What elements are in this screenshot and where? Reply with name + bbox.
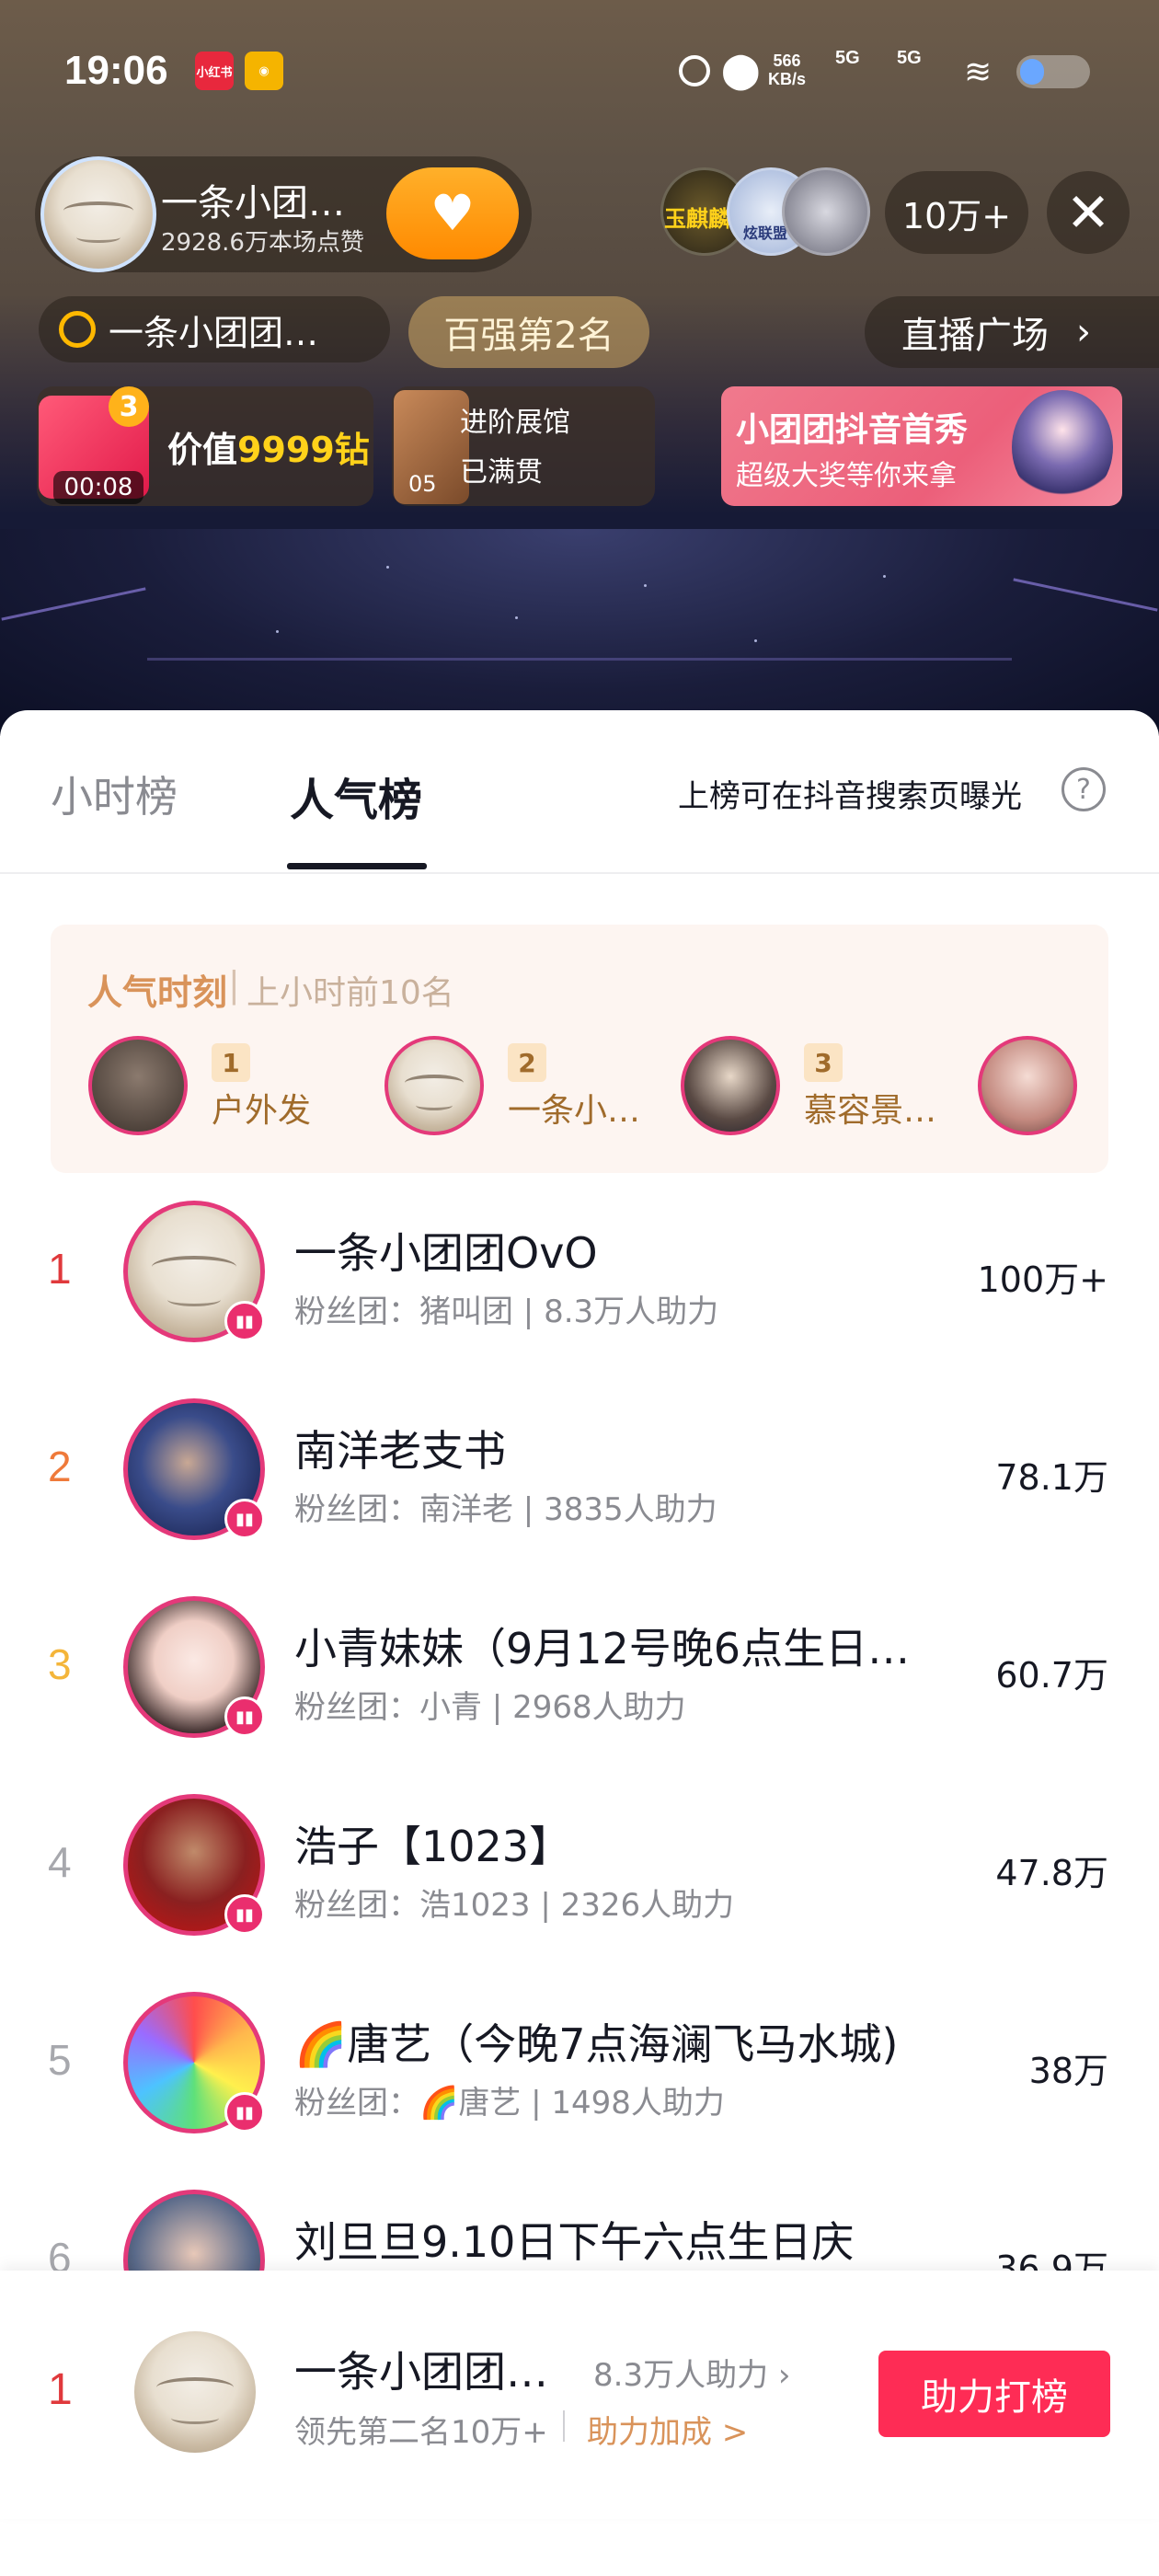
row-value: 100万+ — [977, 1259, 1108, 1300]
location-icon: ⬤ — [721, 50, 761, 90]
promo-character-image — [1012, 390, 1113, 504]
gift-timer: 00:08 — [53, 471, 143, 504]
my-support-link[interactable]: 8.3万人助力 › — [593, 2350, 790, 2395]
row-name[interactable]: 小青妹妹（9月12号晚6点生日… — [294, 1616, 910, 1676]
moment-avatar-1[interactable] — [88, 1036, 188, 1135]
promo-subtitle: 超级大奖等你来拿 — [736, 460, 957, 492]
row-value: 78.1万 — [995, 1457, 1108, 1498]
battery-icon — [1016, 55, 1090, 88]
close-icon[interactable]: ✕ — [1047, 171, 1130, 254]
moment-avatar-3[interactable] — [681, 1036, 780, 1135]
alarm-icon — [679, 55, 710, 86]
moment-rank-1: 1 — [212, 1043, 250, 1082]
hall-line2: 已满贯 — [460, 456, 543, 489]
live-badge-icon: ▮▮ — [224, 1499, 265, 1539]
heart-plus-icon: ♥ — [430, 184, 476, 242]
row-fanclub: 粉丝团：小青 | 2968人助力 — [294, 1689, 686, 1726]
hall-timer: 05 — [408, 471, 437, 497]
anchor-likes: 2928.6万本场点赞 — [161, 229, 364, 257]
tab-hourly[interactable]: 小时榜 — [51, 764, 178, 824]
tab-note: 上榜可在抖音搜索页曝光 — [678, 778, 1022, 815]
row-name[interactable]: 刘旦旦9.10日下午六点生日庆 — [294, 2209, 854, 2270]
help-icon[interactable]: ? — [1061, 767, 1106, 811]
sim1-5g-indicator: 5G — [835, 48, 860, 68]
stage-backdrop — [0, 529, 1159, 736]
row-fanclub: 粉丝团：猪叫团 | 8.3万人助力 — [294, 1294, 719, 1330]
row-fanclub: 粉丝团：🌈唐艺 | 1498人助力 — [294, 2085, 725, 2122]
gift-value: 价值9999钻 — [167, 430, 370, 470]
row-name[interactable]: 🌈唐艺（今晚7点海澜飞马水城) — [294, 2011, 899, 2072]
flame-icon — [59, 311, 96, 348]
row-name[interactable]: 南洋老支书 — [294, 1418, 506, 1478]
viewer-label-2: 炫联盟 — [743, 224, 788, 242]
moment-avatar-4[interactable] — [978, 1036, 1077, 1135]
live-badge-icon: ▮▮ — [224, 2092, 265, 2133]
live-badge-icon: ▮▮ — [224, 1301, 265, 1341]
anchor-name: 一条小团… — [161, 182, 345, 224]
hourly-rank-chip[interactable]: 百强第2名 — [408, 296, 649, 368]
moment-name-2: 一条小… — [508, 1092, 641, 1130]
promo-title: 小团团抖音首秀 — [736, 411, 969, 449]
live-badge-icon: ▮▮ — [224, 1894, 265, 1935]
row-value: 60.7万 — [995, 1655, 1108, 1696]
popularity-moment-card[interactable] — [51, 925, 1108, 1173]
row-rank: 2 — [48, 1443, 72, 1490]
moment-rank-2: 2 — [508, 1043, 546, 1082]
popularity-moment-title: 人气时刻 — [87, 972, 228, 1013]
moment-rank-3: 3 — [804, 1043, 843, 1082]
my-lead-text: 领先第二名10万+ — [294, 2414, 548, 2451]
moment-avatar-2[interactable] — [384, 1036, 484, 1135]
active-tab-indicator — [287, 863, 427, 869]
boost-link[interactable]: 助力加成 > — [587, 2407, 748, 2452]
tab-divider — [0, 872, 1159, 874]
live-plaza-label: 直播广场 — [901, 315, 1049, 357]
row-fanclub: 粉丝团：南洋老 | 3835人助力 — [294, 1491, 717, 1528]
fanclub-chip[interactable]: 一条小团团… — [39, 296, 390, 362]
row-rank: 4 — [48, 1838, 72, 1886]
my-name: 一条小团团… — [294, 2347, 548, 2397]
gift-count-badge: 3 — [109, 386, 149, 427]
row-name[interactable]: 浩子【1023】 — [294, 1813, 571, 1874]
status-time: 19:06 — [64, 48, 168, 93]
viewer-count-button[interactable]: 10万+ — [885, 171, 1028, 254]
fanclub-chip-label: 一条小团团… — [109, 312, 319, 353]
popularity-moment-separator: | — [228, 964, 240, 1005]
row-rank: 3 — [48, 1640, 72, 1688]
live-plaza-chip[interactable]: 直播广场 › — [865, 296, 1159, 368]
moment-name-1: 户外发 — [212, 1092, 312, 1130]
row-fanclub: 粉丝团：浩1023 | 2326人助力 — [294, 1887, 735, 1924]
row-rank: 5 — [48, 2036, 72, 2084]
my-avatar[interactable] — [131, 2328, 259, 2456]
wifi-icon: ≋ — [964, 53, 993, 91]
weibo-icon: ◉ — [245, 52, 283, 90]
chevron-right-icon: › — [1076, 311, 1091, 353]
row-value: 38万 — [1028, 2051, 1108, 2091]
anchor-avatar[interactable] — [40, 156, 156, 272]
xiaohongshu-app-icon: 小红书 — [195, 52, 234, 90]
row-rank: 1 — [48, 1245, 72, 1293]
follow-fanclub-button[interactable]: ♥ — [386, 167, 519, 259]
viewer-label-1: 玉麒麟 — [664, 206, 730, 232]
viewer-avatar-3[interactable] — [782, 167, 870, 256]
support-rank-button[interactable]: 助力打榜 — [878, 2351, 1110, 2437]
divider — [563, 2410, 565, 2442]
moment-name-3: 慕容景… — [804, 1092, 937, 1130]
hall-line1: 进阶展馆 — [460, 407, 570, 439]
sim2-5g-indicator: 5G — [897, 48, 922, 68]
row-name[interactable]: 一条小团团OvO — [294, 1220, 598, 1281]
tab-popularity[interactable]: 人气榜 — [290, 764, 422, 828]
my-rank-number: 1 — [48, 2365, 73, 2414]
live-badge-icon: ▮▮ — [224, 1696, 265, 1737]
network-speed: 566 KB/s — [768, 52, 807, 88]
popularity-moment-subtitle: 上小时前10名 — [247, 974, 454, 1012]
row-value: 47.8万 — [995, 1853, 1108, 1893]
